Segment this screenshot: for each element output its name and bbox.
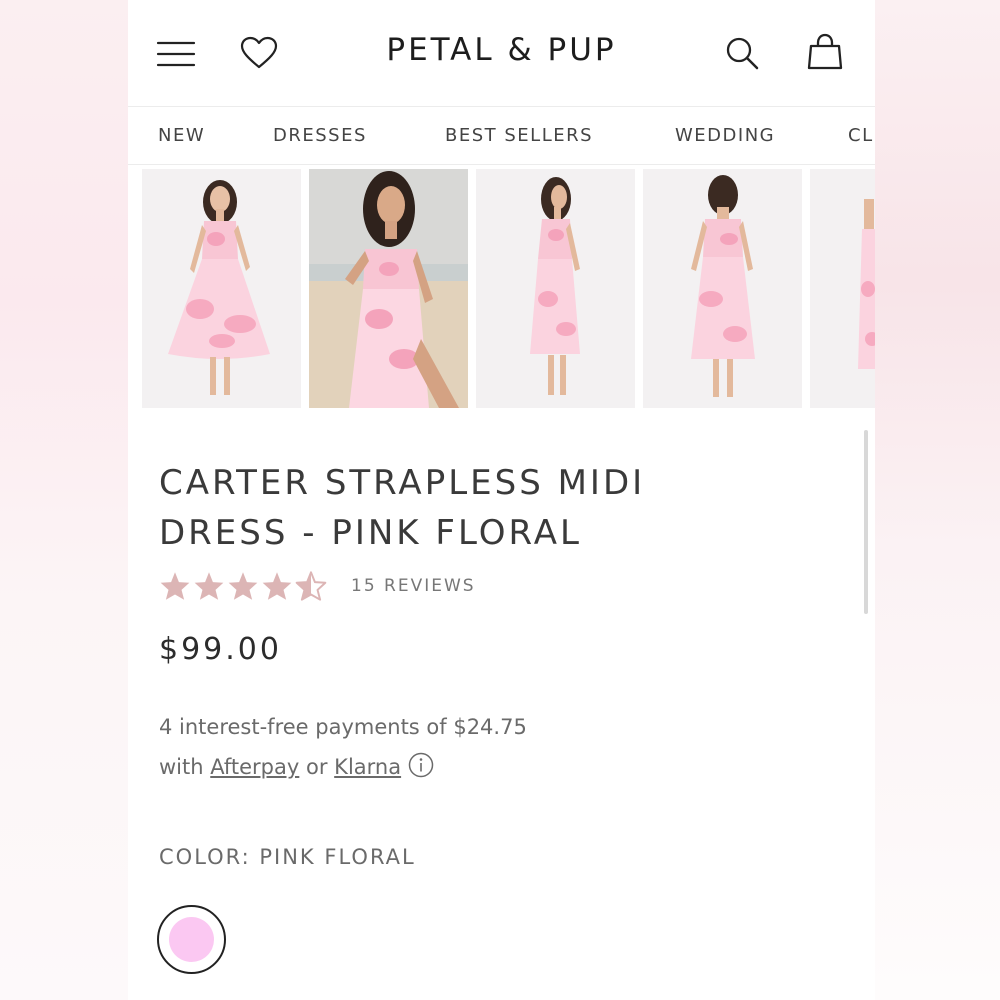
product-image-front-studio[interactable]: [142, 169, 301, 408]
star-icon: [194, 572, 224, 600]
info-icon[interactable]: [408, 751, 434, 791]
product-title: CARTER STRAPLESS MIDI DRESS - PINK FLORA…: [159, 458, 819, 558]
product-rating[interactable]: 15 REVIEWS: [159, 566, 476, 606]
page-scrollbar[interactable]: [864, 430, 868, 614]
search-icon[interactable]: [722, 33, 762, 73]
background-right: [875, 0, 1000, 1000]
star-rating: [159, 571, 327, 601]
installment-text: 4 interest-free payments of $24.75: [159, 715, 527, 739]
star-icon: [262, 572, 292, 600]
shopping-bag-icon[interactable]: [805, 32, 845, 72]
installment-with-text: with: [159, 755, 204, 779]
product-image-back-studio[interactable]: [643, 169, 802, 408]
reviews-count[interactable]: 15 REVIEWS: [351, 576, 476, 596]
half-star-icon: [295, 571, 327, 601]
nav-item-dresses[interactable]: DRESSES: [273, 125, 367, 146]
product-title-line-2: DRESS - PINK FLORAL: [159, 513, 582, 553]
background-left: [0, 0, 128, 1000]
product-title-line-1: CARTER STRAPLESS MIDI: [159, 463, 646, 503]
product-image-side-studio[interactable]: [476, 169, 635, 408]
afterpay-link[interactable]: Afterpay: [210, 755, 299, 779]
klarna-link[interactable]: Klarna: [334, 755, 401, 779]
color-label: COLOR: PINK FLORAL: [159, 845, 416, 869]
product-page: PETAL & PUP NEW DRESSES BEST SELLERS WED…: [128, 0, 875, 1000]
product-image-partial[interactable]: [810, 169, 875, 408]
installment-providers: with Afterpay or Klarna: [159, 747, 799, 791]
star-icon: [228, 572, 258, 600]
product-image-beach[interactable]: [309, 169, 468, 408]
installment-or-text: or: [306, 755, 328, 779]
nav-item-wedding[interactable]: WEDDING: [675, 125, 775, 146]
nav-item-clothing-partial[interactable]: CL: [848, 125, 874, 146]
product-price: $99.00: [159, 632, 282, 667]
product-image-gallery: [142, 169, 875, 409]
star-icon: [160, 572, 190, 600]
installment-info: 4 interest-free payments of $24.75 with …: [159, 707, 799, 791]
nav-item-best-sellers[interactable]: BEST SELLERS: [445, 125, 593, 146]
brand-logo[interactable]: PETAL & PUP: [128, 32, 875, 68]
site-header: PETAL & PUP: [128, 0, 875, 107]
color-swatch-pink-floral[interactable]: [157, 905, 226, 974]
nav-item-new[interactable]: NEW: [158, 125, 205, 146]
category-nav: NEW DRESSES BEST SELLERS WEDDING CL: [128, 107, 875, 165]
color-swatch-fill: [169, 917, 214, 962]
